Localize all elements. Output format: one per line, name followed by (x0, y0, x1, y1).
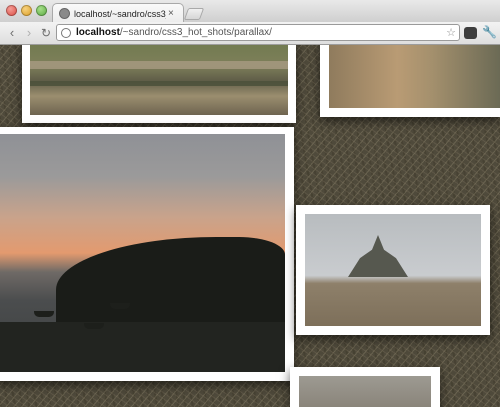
globe-icon (61, 27, 71, 38)
url-text: localhost/~sandro/css3_hot_shots/paralla… (76, 27, 272, 38)
url-path: /~sandro/css3_hot_shots/parallax/ (119, 27, 272, 38)
photo-detail (30, 61, 288, 69)
tab-close-icon[interactable]: × (168, 8, 174, 19)
photo-partial (290, 367, 440, 407)
photo-sunset-bay (0, 127, 294, 381)
url-host: localhost (76, 27, 120, 38)
reload-button[interactable]: ↻ (38, 25, 54, 41)
photo-detail (110, 303, 130, 309)
photo-detail (30, 81, 288, 86)
bookmark-star-icon[interactable]: ☆ (446, 26, 456, 39)
forward-button[interactable]: › (21, 25, 37, 41)
photo-detail (34, 311, 54, 317)
browser-tab[interactable]: localhost/~sandro/css3_hot × (52, 3, 184, 23)
browser-toolbar: ‹ › ↻ localhost/~sandro/css3_hot_shots/p… (0, 22, 500, 45)
back-button[interactable]: ‹ (4, 25, 20, 41)
tab-title: localhost/~sandro/css3_hot (74, 8, 166, 19)
photo-image (329, 45, 500, 108)
title-bar: localhost/~sandro/css3_hot × (0, 0, 500, 23)
maximize-window-button[interactable] (36, 5, 47, 16)
photo-mont-saint-michel (296, 205, 490, 335)
close-window-button[interactable] (6, 5, 17, 16)
photo-fence-field (320, 45, 500, 117)
photo-image (299, 376, 431, 407)
new-tab-button[interactable] (183, 8, 205, 20)
photo-image (30, 45, 288, 115)
tab-favicon-icon (59, 8, 70, 19)
photo-village-fields (22, 45, 296, 123)
extension-icon[interactable] (464, 27, 477, 39)
address-bar[interactable]: localhost/~sandro/css3_hot_shots/paralla… (56, 24, 460, 41)
minimize-window-button[interactable] (21, 5, 32, 16)
photo-detail (0, 322, 285, 372)
wrench-icon[interactable]: 🔧 (482, 25, 497, 39)
page-content (0, 45, 500, 407)
photo-detail (84, 323, 104, 329)
